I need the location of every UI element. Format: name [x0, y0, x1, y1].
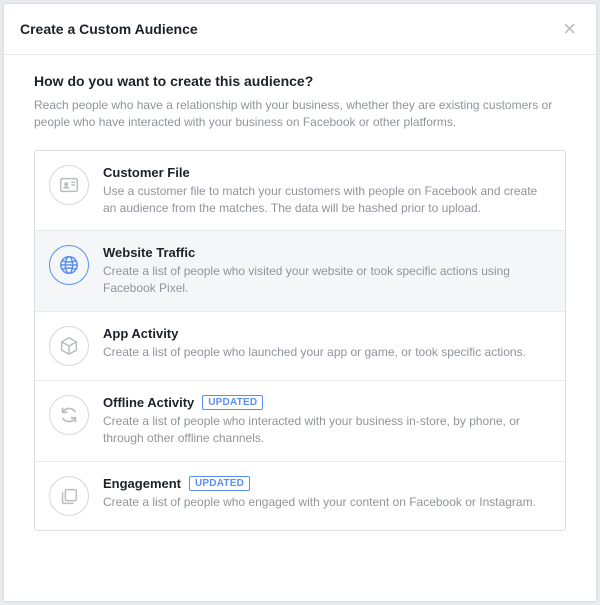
option-content: Engagement UPDATED Create a list of peop…: [103, 476, 551, 511]
option-description: Create a list of people who visited your…: [103, 263, 551, 297]
option-content: App Activity Create a list of people who…: [103, 326, 551, 361]
contact-card-icon: [49, 165, 89, 205]
question-description: Reach people who have a relationship wit…: [34, 97, 566, 132]
close-button[interactable]: ×: [559, 18, 580, 40]
option-engagement[interactable]: Engagement UPDATED Create a list of peop…: [35, 462, 565, 530]
create-custom-audience-modal: Create a Custom Audience × How do you wa…: [3, 3, 597, 602]
option-title: Customer File: [103, 165, 190, 180]
option-offline-activity[interactable]: Offline Activity UPDATED Create a list o…: [35, 381, 565, 462]
modal-title: Create a Custom Audience: [20, 21, 198, 37]
option-title: Offline Activity: [103, 395, 194, 410]
option-title: App Activity: [103, 326, 178, 341]
stack-icon: [49, 476, 89, 516]
modal-body: How do you want to create this audience?…: [4, 55, 596, 551]
sync-icon: [49, 395, 89, 435]
option-title: Website Traffic: [103, 245, 195, 260]
option-app-activity[interactable]: App Activity Create a list of people who…: [35, 312, 565, 381]
updated-badge: UPDATED: [189, 476, 250, 491]
close-icon: ×: [563, 16, 576, 41]
modal-header: Create a Custom Audience ×: [4, 4, 596, 55]
option-title: Engagement: [103, 476, 181, 491]
option-customer-file[interactable]: Customer File Use a customer file to mat…: [35, 151, 565, 232]
options-list: Customer File Use a customer file to mat…: [34, 150, 566, 531]
updated-badge: UPDATED: [202, 395, 263, 410]
option-description: Create a list of people who launched you…: [103, 344, 551, 361]
option-website-traffic[interactable]: Website Traffic Create a list of people …: [35, 231, 565, 312]
package-icon: [49, 326, 89, 366]
option-description: Create a list of people who interacted w…: [103, 413, 551, 447]
option-description: Create a list of people who engaged with…: [103, 494, 551, 511]
option-description: Use a customer file to match your custom…: [103, 183, 551, 217]
globe-icon: [49, 245, 89, 285]
option-content: Customer File Use a customer file to mat…: [103, 165, 551, 217]
option-content: Website Traffic Create a list of people …: [103, 245, 551, 297]
option-content: Offline Activity UPDATED Create a list o…: [103, 395, 551, 447]
question-heading: How do you want to create this audience?: [34, 73, 566, 89]
